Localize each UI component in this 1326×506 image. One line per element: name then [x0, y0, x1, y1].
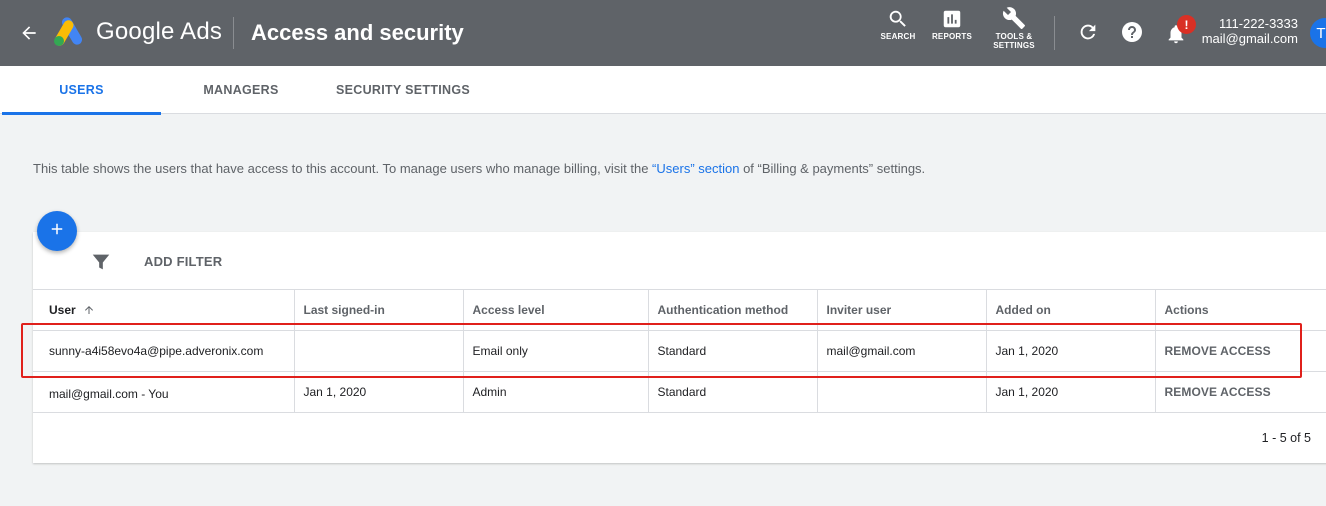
- tools-label: TOOLS & SETTINGS: [993, 32, 1035, 50]
- description-text: This table shows the users that have acc…: [33, 161, 653, 176]
- cell-added-on: Jan 1, 2020: [986, 330, 1156, 372]
- column-header-user[interactable]: User: [33, 289, 295, 331]
- column-header-actions: Actions: [1155, 289, 1326, 331]
- cell-added-on: Jan 1, 2020: [986, 371, 1156, 413]
- page-description: This table shows the users that have acc…: [33, 161, 925, 176]
- cell-user: mail@gmail.com - You: [33, 371, 295, 413]
- reports-label: REPORTS: [931, 32, 973, 41]
- filter-icon[interactable]: [90, 251, 112, 278]
- column-header-authentication-method[interactable]: Authentication method: [648, 289, 818, 331]
- toolbar-separator: [1054, 16, 1055, 50]
- cell-last-signed-in: Jan 1, 2020: [294, 371, 464, 413]
- plus-icon: [48, 220, 66, 243]
- remove-access-button[interactable]: REMOVE ACCESS: [1155, 371, 1326, 413]
- description-text-end: of “Billing & payments” settings.: [739, 161, 926, 176]
- table-header-row: User Last signed-in Access level Authent…: [33, 289, 1326, 331]
- reports-button[interactable]: REPORTS: [931, 8, 973, 58]
- help-icon[interactable]: [1119, 19, 1145, 45]
- column-header-access-level[interactable]: Access level: [463, 289, 649, 331]
- avatar[interactable]: T: [1310, 18, 1326, 48]
- cell-authentication-method: Standard: [648, 371, 818, 413]
- table-row: sunny-a4i58evo4a@pipe.adveronix.com Emai…: [33, 330, 1326, 372]
- tab-bar: USERS MANAGERS SECURITY SETTINGS: [0, 66, 1326, 115]
- reports-icon: [941, 8, 963, 30]
- sort-ascending-icon: [85, 306, 94, 314]
- cell-authentication-method: Standard: [648, 330, 818, 372]
- top-bar: Google Ads Access and security SEARCH RE…: [0, 0, 1326, 66]
- remove-access-button[interactable]: REMOVE ACCESS: [1155, 330, 1326, 372]
- users-table: User Last signed-in Access level Authent…: [33, 289, 1326, 413]
- cell-access-level[interactable]: Email only: [463, 330, 649, 372]
- column-header-inviter-user[interactable]: Inviter user: [817, 289, 987, 331]
- tools-settings-button[interactable]: TOOLS & SETTINGS: [991, 6, 1037, 56]
- column-header-added-on[interactable]: Added on: [986, 289, 1156, 331]
- users-table-card: ADD FILTER User Last signed-in Access le…: [33, 232, 1326, 463]
- add-filter-button[interactable]: ADD FILTER: [144, 254, 222, 269]
- notification-badge: !: [1177, 15, 1196, 34]
- cell-user: sunny-a4i58evo4a@pipe.adveronix.com: [33, 330, 295, 372]
- account-id: 111-222-3333: [1218, 16, 1298, 31]
- search-label: SEARCH: [880, 32, 916, 41]
- cell-access-level[interactable]: Admin: [463, 371, 649, 413]
- tab-managers[interactable]: MANAGERS: [161, 66, 321, 114]
- account-info[interactable]: 111-222-3333 mail@gmail.com: [1202, 16, 1298, 46]
- pagination-status: 1 - 5 of 5: [1261, 431, 1311, 445]
- add-user-button[interactable]: [37, 211, 77, 251]
- page-title: Access and security: [251, 20, 464, 45]
- brand-name: Google Ads: [96, 18, 223, 45]
- users-section-link[interactable]: “Users” section: [652, 161, 739, 176]
- cell-last-signed-in: [294, 330, 464, 372]
- table-row: mail@gmail.com - You Jan 1, 2020 Admin S…: [33, 371, 1326, 413]
- google-ads-logo-icon: [52, 17, 86, 47]
- back-arrow-icon[interactable]: [14, 18, 44, 48]
- refresh-icon[interactable]: [1075, 19, 1101, 45]
- tab-users[interactable]: USERS: [2, 66, 161, 115]
- search-icon: [887, 8, 909, 30]
- cell-inviter-user: mail@gmail.com: [817, 330, 987, 372]
- account-email: mail@gmail.com: [1201, 31, 1298, 46]
- tab-security-settings[interactable]: SECURITY SETTINGS: [321, 66, 485, 114]
- header-divider: [233, 17, 234, 49]
- cell-inviter-user: [817, 371, 987, 413]
- wrench-icon: [1002, 6, 1026, 30]
- column-header-last-signed-in[interactable]: Last signed-in: [294, 289, 464, 331]
- search-button[interactable]: SEARCH: [880, 8, 916, 58]
